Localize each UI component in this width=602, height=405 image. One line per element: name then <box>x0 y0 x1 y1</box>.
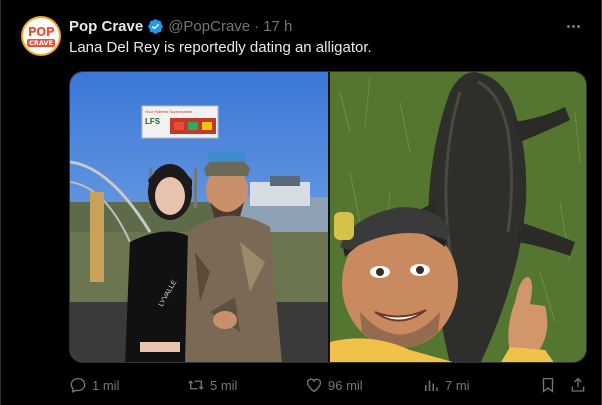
photo-couple-image: Your Roberts Supermarket LFS LYVALLE <box>70 72 328 362</box>
photo-couple[interactable]: Your Roberts Supermarket LFS LYVALLE <box>70 72 328 362</box>
share-button[interactable] <box>569 374 587 396</box>
separator-dot: · <box>254 17 260 35</box>
tweet-card[interactable]: POP CRAVE Pop Crave @PopCrave · 17 h Lan… <box>0 0 602 405</box>
share-icon <box>571 377 585 392</box>
bookmark-icon <box>542 377 554 393</box>
repost-button[interactable]: 5 mil <box>187 374 237 396</box>
verified-badge-icon[interactable] <box>147 18 164 35</box>
views-count: 7 mi <box>445 377 470 393</box>
like-button[interactable]: 96 mil <box>305 374 363 396</box>
timestamp[interactable]: 17 h <box>263 18 292 35</box>
analytics-icon <box>425 380 438 391</box>
display-name[interactable]: Pop Crave <box>69 18 143 35</box>
views-button[interactable]: 7 mi <box>422 374 470 396</box>
avatar[interactable]: POP CRAVE <box>21 16 61 56</box>
more-dot <box>566 24 570 28</box>
avatar-logo-text-bottom: CRAVE <box>27 38 55 47</box>
tweet-header: Pop Crave @PopCrave · 17 h <box>69 17 292 35</box>
tweet-text: Lana Del Rey is reportedly dating an all… <box>69 39 372 56</box>
photo-alligator-image <box>330 72 586 362</box>
heart-icon <box>306 378 322 393</box>
bookmark-button[interactable] <box>539 374 557 396</box>
reply-count: 1 mil <box>92 377 120 393</box>
reply-button[interactable]: 1 mil <box>69 374 119 396</box>
billboard-line2: LFS <box>145 117 161 126</box>
photo-alligator[interactable] <box>330 72 586 362</box>
action-bar: 1 mil 5 mil 96 mil 7 mi <box>69 374 587 396</box>
more-dot <box>571 24 575 28</box>
avatar-logo: POP CRAVE <box>23 18 59 54</box>
media-grid: Your Roberts Supermarket LFS LYVALLE <box>69 71 587 363</box>
more-dot <box>576 24 580 28</box>
more-options-icon[interactable] <box>563 17 583 35</box>
repost-icon <box>188 380 204 390</box>
repost-count: 5 mil <box>210 377 238 393</box>
avatar-logo-text-top: POP <box>27 24 55 39</box>
like-count: 96 mil <box>328 377 363 393</box>
billboard-line1: Your Roberts Supermarket <box>145 109 193 114</box>
handle[interactable]: @PopCrave <box>168 18 250 35</box>
reply-icon <box>70 377 86 393</box>
